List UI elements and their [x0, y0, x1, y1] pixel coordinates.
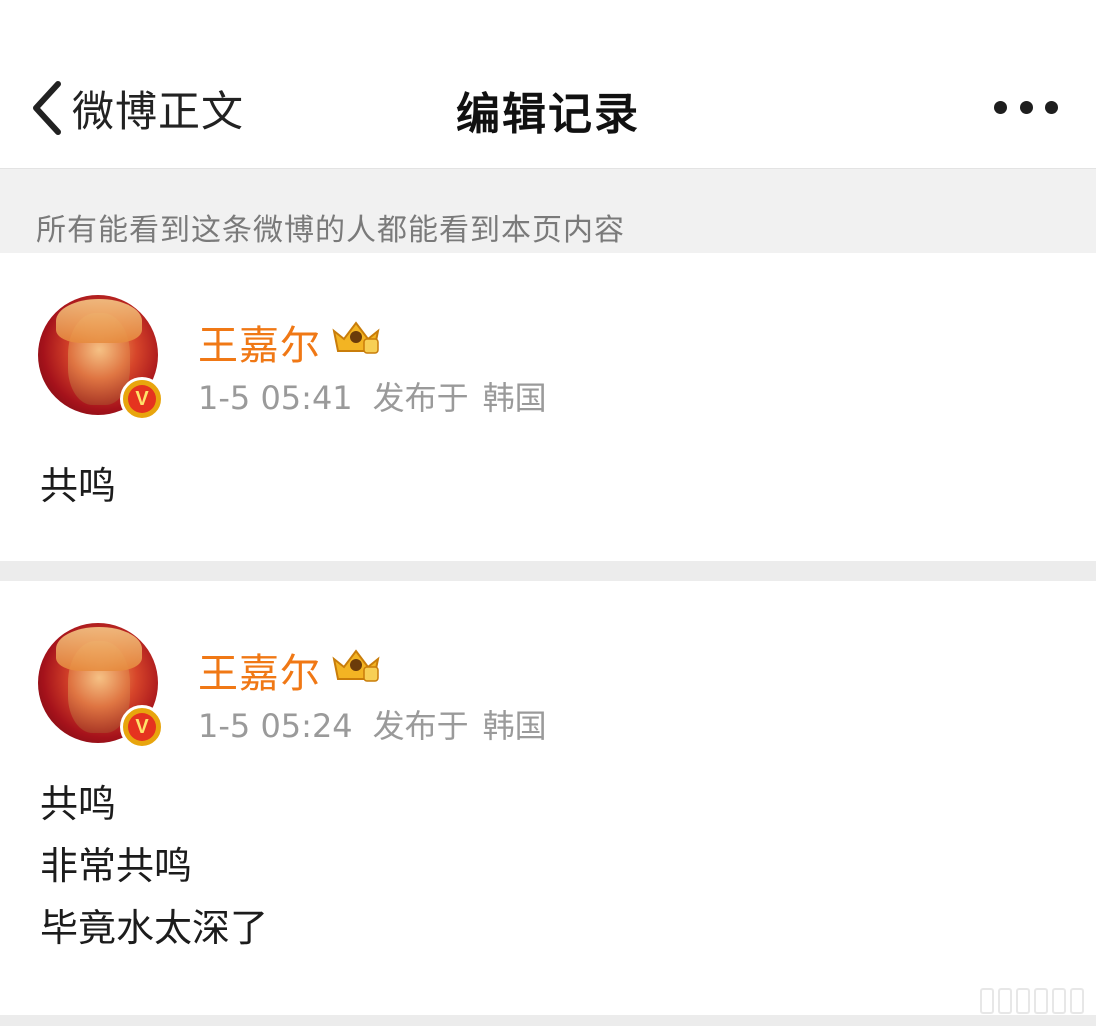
verified-v-icon: V: [120, 705, 164, 749]
published-label: 发布于: [372, 379, 469, 417]
post-time: 1-5 05:41: [198, 379, 353, 417]
published-label: 发布于: [372, 707, 469, 745]
divider: [0, 1015, 1096, 1026]
post-location: 韩国: [482, 379, 547, 417]
divider: [0, 561, 1096, 581]
post-meta: 1-5 05:24 发布于 韩国: [198, 701, 547, 747]
avatar[interactable]: V: [38, 295, 164, 421]
post-meta: 1-5 05:41 发布于 韩国: [198, 373, 547, 419]
post-time: 1-5 05:24: [198, 707, 353, 745]
post-content: 共鸣 非常共鸣 毕竟水太深了: [40, 773, 268, 959]
more-options-button[interactable]: [994, 94, 1058, 120]
content-line: 毕竟水太深了: [40, 906, 269, 950]
crown-member-icon: [332, 321, 380, 354]
username[interactable]: 王嘉尔: [198, 641, 321, 699]
more-dots-icon: [994, 100, 1007, 114]
content-line: 共鸣: [40, 464, 117, 508]
page-title: 编辑记录: [456, 89, 640, 140]
post-content: 共鸣: [40, 455, 116, 517]
watermark: [980, 988, 1084, 1014]
content-line: 非常共鸣: [40, 844, 193, 888]
verified-v-icon: V: [120, 377, 164, 421]
visibility-notice: 所有能看到这条微博的人都能看到本页内容: [36, 213, 625, 248]
post-location: 韩国: [482, 707, 547, 745]
edit-record-card: V 王嘉尔 1-5 05:24 发布于 韩国 共鸣 非常共鸣 毕竟水太深了: [0, 581, 1096, 1015]
edit-record-card: V 王嘉尔 1-5 05:41 发布于 韩国 共鸣: [0, 253, 1096, 561]
username[interactable]: 王嘉尔: [198, 313, 321, 371]
content-line: 共鸣: [40, 782, 117, 826]
avatar[interactable]: V: [38, 623, 164, 749]
crown-member-icon: [332, 649, 380, 682]
top-nav-bar: 微博正文 编辑记录: [0, 0, 1096, 169]
